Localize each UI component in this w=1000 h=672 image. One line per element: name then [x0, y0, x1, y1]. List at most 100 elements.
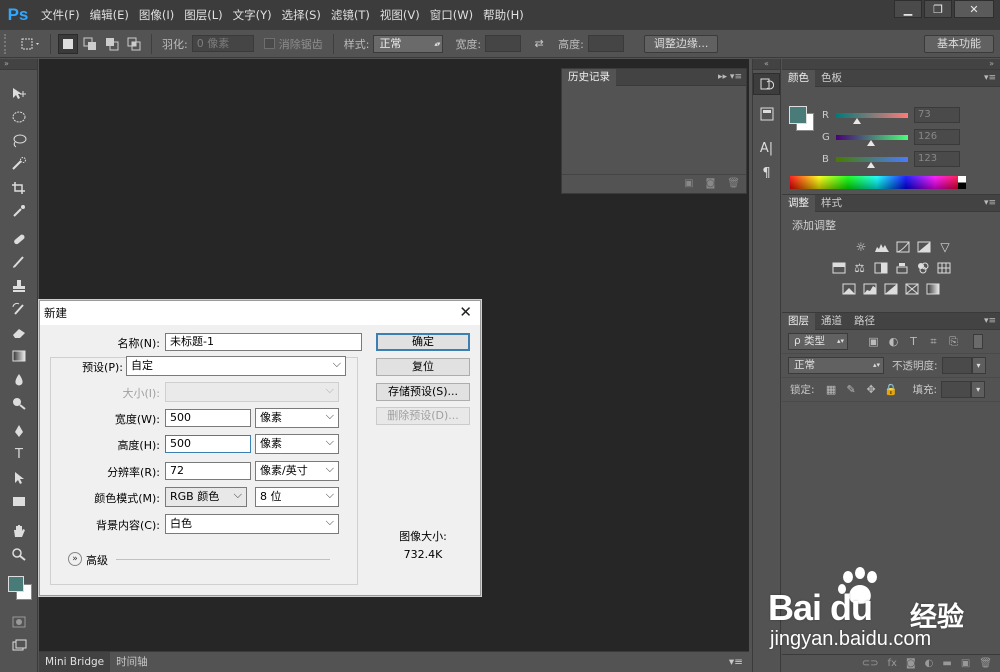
properties-panel-icon[interactable] — [753, 103, 780, 125]
save-preset-button[interactable]: 存储预设(S)... — [376, 383, 470, 401]
blue-slider-knob[interactable] — [866, 161, 875, 168]
levels-icon[interactable] — [874, 239, 891, 254]
invert-icon[interactable] — [841, 281, 858, 296]
opacity-dropdown-icon[interactable]: ▾ — [971, 357, 986, 374]
green-slider[interactable] — [836, 134, 908, 146]
curves-icon[interactable] — [895, 239, 912, 254]
color-mode-select[interactable]: RGB 颜色 — [165, 486, 247, 507]
brush-tool-icon[interactable] — [0, 251, 38, 275]
intersect-selection-icon[interactable] — [124, 34, 144, 54]
icon-strip-collapse[interactable]: « — [753, 59, 780, 70]
menu-edit[interactable]: 编辑(E) — [85, 0, 134, 30]
fill-input[interactable] — [941, 381, 972, 398]
vibrance-icon[interactable]: ▽ — [937, 239, 954, 254]
subtract-selection-icon[interactable] — [102, 34, 122, 54]
lock-image-icon[interactable]: ✎ — [844, 382, 859, 397]
eyedropper-tool-icon[interactable] — [0, 200, 38, 224]
screen-mode-icon[interactable] — [0, 634, 38, 658]
close-window-button[interactable]: ✕ — [954, 0, 994, 18]
menu-image[interactable]: 图像(I) — [134, 0, 179, 30]
adjustments-panel-menu-icon[interactable]: ▾≡ — [984, 195, 996, 211]
history-list[interactable] — [562, 86, 746, 174]
minimize-button[interactable]: ▁ — [894, 0, 922, 18]
lock-all-icon[interactable]: 🔒 — [884, 382, 899, 397]
style-select[interactable]: 正常 — [373, 34, 444, 53]
tab-timeline[interactable]: 时间轴 — [110, 652, 154, 672]
document-name-input[interactable]: 未标题-1 — [165, 333, 362, 351]
advanced-expand-icon[interactable]: » — [68, 552, 82, 566]
green-value-input[interactable]: 126 — [914, 129, 960, 145]
height-unit-select[interactable]: 像素 — [255, 433, 339, 454]
tab-styles[interactable]: 样式 — [815, 195, 848, 212]
red-slider[interactable] — [836, 112, 908, 124]
color-swatches[interactable] — [0, 568, 38, 610]
menu-help[interactable]: 帮助(H) — [478, 0, 529, 30]
tab-swatches[interactable]: 色板 — [815, 70, 848, 87]
layers-panel-menu-icon[interactable]: ▾≡ — [984, 313, 996, 329]
layer-filter-kind-select[interactable]: ρ 类型 — [788, 333, 848, 350]
height-input[interactable] — [587, 35, 624, 52]
exposure-icon[interactable] — [916, 239, 933, 254]
lock-position-icon[interactable]: ✥ — [864, 382, 879, 397]
hue-saturation-icon[interactable] — [830, 260, 847, 275]
quick-mask-icon[interactable] — [0, 610, 38, 634]
pen-tool-icon[interactable] — [0, 419, 38, 443]
feather-input[interactable]: 0 像素 — [191, 35, 254, 52]
path-selection-tool-icon[interactable] — [0, 466, 38, 490]
dialog-titlebar[interactable]: 新建 ✕ — [40, 301, 480, 325]
width-input[interactable]: 500 — [165, 409, 251, 427]
opacity-input[interactable] — [941, 357, 972, 374]
lock-transparent-icon[interactable]: ▦ — [824, 382, 839, 397]
add-mask-icon[interactable]: ◙ — [906, 658, 916, 669]
reset-button[interactable]: 复位 — [376, 358, 470, 376]
menu-type[interactable]: 文字(Y) — [228, 0, 277, 30]
photo-filter-icon[interactable] — [893, 260, 910, 275]
advanced-label[interactable]: 高级 — [86, 552, 108, 568]
delete-layer-icon[interactable]: 🗑 — [979, 658, 992, 669]
history-panel-menu-icon[interactable]: ▸▸ ▾≡ — [718, 69, 742, 85]
hand-tool-icon[interactable] — [0, 519, 38, 543]
rectangle-tool-icon[interactable] — [0, 490, 38, 514]
swap-width-height-icon[interactable]: ⇄ — [529, 34, 549, 54]
red-slider-knob[interactable] — [852, 117, 861, 124]
tab-paths[interactable]: 路径 — [848, 313, 881, 330]
healing-brush-tool-icon[interactable] — [0, 227, 38, 251]
paragraph-panel-icon[interactable]: ¶ — [753, 162, 780, 184]
marquee-tool-icon[interactable] — [0, 106, 38, 130]
new-document-from-state-icon[interactable]: ▣ — [684, 178, 693, 189]
link-layers-icon[interactable]: ⊂⊃ — [862, 658, 879, 669]
filter-type-icon[interactable]: T — [906, 334, 921, 349]
layer-style-icon[interactable]: fx — [888, 658, 897, 669]
marquee-tool-preset-icon[interactable] — [18, 34, 44, 54]
tab-mini-bridge[interactable]: Mini Bridge — [39, 652, 111, 672]
fill-dropdown-icon[interactable]: ▾ — [971, 381, 986, 398]
tab-color[interactable]: 颜色 — [782, 69, 815, 87]
filter-shape-icon[interactable]: ⌗ — [926, 334, 941, 349]
black-white-icon[interactable] — [872, 260, 889, 275]
brightness-contrast-icon[interactable]: ☼ — [853, 239, 870, 254]
new-selection-icon[interactable] — [58, 33, 78, 54]
black-white-picker[interactable] — [958, 176, 966, 189]
width-unit-select[interactable]: 像素 — [255, 407, 339, 428]
width-input[interactable] — [485, 35, 522, 52]
ok-button[interactable]: 确定 — [376, 333, 470, 351]
history-panel-icon[interactable] — [753, 73, 780, 95]
type-tool-icon[interactable]: T — [0, 443, 38, 467]
antialias-checkbox[interactable] — [263, 38, 275, 49]
foreground-color-swatch[interactable] — [8, 576, 24, 592]
workspace-button[interactable]: 基本功能 — [924, 35, 994, 53]
menu-file[interactable]: 文件(F) — [36, 0, 85, 30]
tab-channels[interactable]: 通道 — [815, 313, 848, 330]
menu-select[interactable]: 选择(S) — [277, 0, 326, 30]
bottom-panel-menu-icon[interactable]: ▾≡ — [723, 652, 749, 672]
lasso-tool-icon[interactable] — [0, 129, 38, 153]
snapshot-icon[interactable]: ◙ — [706, 178, 716, 189]
green-slider-knob[interactable] — [867, 139, 876, 146]
maximize-button[interactable]: ❐ — [924, 0, 952, 18]
color-spectrum[interactable] — [790, 176, 964, 189]
height-input[interactable]: 500 — [165, 435, 251, 453]
filter-smart-object-icon[interactable]: ⎘ — [946, 334, 961, 349]
tab-history[interactable]: 历史记录 — [562, 68, 616, 86]
selective-color-icon[interactable] — [904, 281, 921, 296]
menu-window[interactable]: 窗口(W) — [425, 0, 478, 30]
